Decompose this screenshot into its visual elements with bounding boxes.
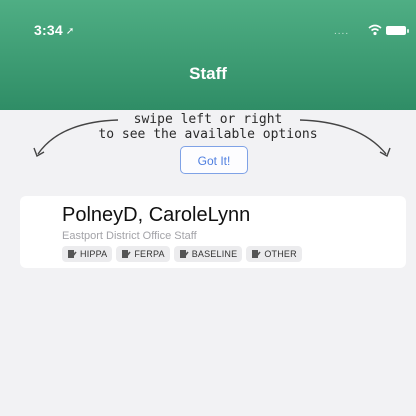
document-pen-icon [68,250,77,258]
app-header: 3:34 ➚ .... Staff [0,0,416,110]
page-title: Staff [189,64,227,83]
tag-other: OTHER [246,246,302,262]
location-arrow-icon: ➚ [65,26,75,37]
tag-label: HIPPA [80,249,108,259]
tag-label: OTHER [264,249,297,259]
staff-name: PolneyD, CaroleLynn [62,204,251,226]
got-it-button[interactable]: Got It! [180,146,248,174]
swipe-hint: swipe left or right to see the available… [0,112,416,142]
tag-ferpa: FERPA [116,246,170,262]
document-pen-icon [179,250,189,258]
hint-line-2: to see the available options [98,127,318,142]
tag-baseline: BASELINE [173,246,243,262]
status-bar: 3:34 ➚ .... [0,0,416,48]
tag-label: FERPA [134,249,165,259]
tag-hippa: HIPPA [62,246,113,262]
document-pen-icon [252,250,261,258]
signal-dots: .... [334,26,350,37]
status-time: 3:34 ➚ [34,22,74,38]
staff-tags: HIPPA FERPA BASELINE OTHER [62,246,302,262]
battery-icon [386,26,409,35]
document-pen-icon [122,250,131,258]
hint-line-1: swipe left or right [133,112,283,127]
staff-subtitle: Eastport District Office Staff [62,230,197,242]
staff-list-item[interactable]: PolneyD, CaroleLynn Eastport District Of… [20,196,406,268]
wifi-icon [368,24,382,36]
time-text: 3:34 [34,22,63,38]
tag-label: BASELINE [191,249,238,259]
